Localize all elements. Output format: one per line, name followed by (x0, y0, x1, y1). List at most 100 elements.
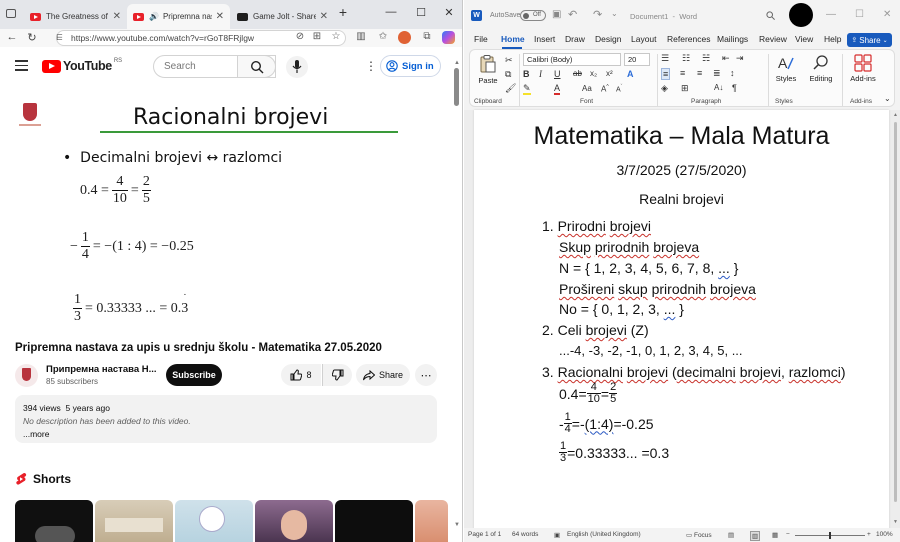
read-aloud-icon[interactable]: ⊘ (293, 31, 307, 42)
tab-draw[interactable]: Draw (565, 34, 585, 44)
tab-layout[interactable]: Layout (631, 34, 657, 44)
show-marks-icon[interactable]: ¶ (732, 83, 737, 93)
page-scrollbar[interactable]: ▲ ▼ (452, 60, 461, 542)
multilevel-list-icon[interactable]: ☵ (702, 53, 710, 64)
more-actions-button[interactable]: ⋯ (415, 364, 437, 386)
favorites-icon[interactable]: ✩ (376, 31, 390, 42)
tab-gamejolt[interactable]: Game Jolt - Share yo ✕ (231, 4, 334, 29)
search-button[interactable] (237, 55, 276, 78)
font-size-box[interactable]: 20 (624, 53, 650, 66)
short-thumbnail[interactable] (175, 500, 253, 542)
justify-icon[interactable]: ≣ (713, 68, 721, 79)
zoom-level[interactable]: 100% (876, 531, 893, 538)
underline-icon[interactable]: U (554, 69, 561, 79)
document-page[interactable]: Matematika – Mala Matura 3/7/2025 (27/5/… (474, 110, 889, 530)
search-icon[interactable] (766, 11, 775, 20)
shading-icon[interactable]: ◈ (661, 83, 668, 94)
paste-button[interactable]: Paste (474, 55, 502, 85)
short-thumbnail[interactable] (415, 500, 448, 542)
close-tab-icon[interactable]: ✕ (216, 11, 224, 22)
shrink-font-size-icon[interactable]: Aˇ (616, 84, 622, 93)
dislike-button[interactable] (322, 364, 352, 386)
bullets-icon[interactable]: ☰ (661, 53, 669, 64)
speaker-icon[interactable]: 🔊 (149, 12, 159, 21)
decrease-indent-icon[interactable]: ⇤ (722, 53, 730, 64)
document-scrollbar[interactable]: ▲ ▼ (892, 112, 899, 528)
site-info-icon[interactable]: ⋿ (56, 31, 63, 45)
print-layout-icon[interactable]: ▥ (750, 531, 761, 541)
collections-icon[interactable]: ⧉ (420, 31, 434, 42)
subscribe-button[interactable]: Subscribe (166, 364, 222, 386)
grow-font-size-icon[interactable]: A^ (601, 84, 609, 94)
line-spacing-icon[interactable]: ↕ (730, 68, 735, 78)
font-color-icon[interactable]: A (554, 84, 561, 95)
focus-button[interactable]: ▭ Focus (686, 531, 712, 539)
voice-search-button[interactable] (286, 56, 308, 78)
scrollbar-thumb[interactable] (894, 122, 897, 502)
format-painter-icon[interactable]: 🖌 (505, 83, 516, 94)
youtube-logo[interactable]: YouTube RS (42, 58, 122, 73)
page-count[interactable]: Page 1 of 1 (468, 531, 501, 538)
borders-icon[interactable]: ⊞ (681, 83, 689, 94)
new-tab-button[interactable]: + (334, 4, 352, 20)
close-tab-icon[interactable]: ✕ (113, 11, 121, 22)
close-tab-icon[interactable]: ✕ (320, 11, 328, 22)
tab-help[interactable]: Help (824, 34, 841, 44)
autosave-toggle[interactable]: Off (520, 10, 546, 21)
subscript-icon[interactable]: x₂ (590, 69, 597, 78)
zoom-out-icon[interactable]: − (786, 531, 790, 538)
video-player[interactable]: Racionalni brojevi • Decimalni brojevi ↔… (0, 87, 448, 340)
tab-view[interactable]: View (795, 34, 813, 44)
like-button[interactable]: 8 (281, 364, 321, 386)
tab-insert[interactable]: Insert (534, 34, 555, 44)
scrollbar-thumb[interactable] (454, 68, 459, 106)
maximize-button[interactable]: ☐ (855, 9, 864, 20)
show-more-link[interactable]: ...more (23, 429, 429, 439)
tab-file[interactable]: File (474, 34, 488, 44)
superscript-icon[interactable]: x² (606, 69, 613, 78)
undo-icon[interactable]: ↶ (568, 8, 577, 21)
zoom-in-icon[interactable]: + (867, 531, 871, 538)
highlight-icon[interactable]: ✎ (523, 84, 531, 95)
description-box[interactable]: 394 views 5 years ago No description has… (15, 395, 437, 443)
tab-review[interactable]: Review (759, 34, 787, 44)
tab-pripremna[interactable]: 🔊 Pripremna nasta ✕ (127, 4, 230, 29)
close-window-button[interactable]: ✕ (440, 6, 458, 19)
channel-name[interactable]: Припремна настава Н... (46, 364, 157, 375)
favorite-icon[interactable]: ☆ (329, 31, 343, 42)
profile-avatar[interactable] (398, 31, 411, 44)
read-mode-icon[interactable]: ▤ (728, 531, 734, 539)
tab-actions-icon[interactable] (6, 9, 16, 18)
redo-icon[interactable]: ↷ (593, 8, 602, 21)
short-thumbnail[interactable] (335, 500, 413, 542)
sign-in-button[interactable]: Sign in (380, 55, 441, 77)
grow-font-icon[interactable]: B (523, 69, 530, 79)
numbering-icon[interactable]: ☷ (682, 53, 690, 64)
split-screen-icon[interactable]: ▥ (354, 31, 368, 42)
copilot-icon[interactable] (442, 31, 455, 44)
styles-button[interactable]: A Styles (775, 54, 797, 83)
tab-design[interactable]: Design (595, 34, 621, 44)
increase-indent-icon[interactable]: ⇥ (736, 53, 744, 64)
refresh-icon[interactable]: ↻ (25, 31, 39, 44)
app-icon[interactable]: ⊞ (310, 31, 324, 42)
zoom-slider[interactable] (795, 532, 865, 539)
short-thumbnail[interactable] (15, 500, 93, 542)
tab-greatness[interactable]: YouTube The Greatness of Olde ✕ (24, 4, 127, 29)
short-thumbnail[interactable] (95, 500, 173, 542)
tab-references[interactable]: References (667, 34, 710, 44)
sort-icon[interactable]: A↓ (714, 83, 723, 92)
channel-avatar[interactable] (15, 364, 38, 387)
text-effects-icon[interactable]: A (627, 69, 634, 79)
save-icon[interactable]: ▣ (552, 9, 561, 20)
align-right-icon[interactable]: ≡ (697, 68, 702, 78)
zoom-slider-thumb[interactable] (829, 532, 831, 539)
editing-button[interactable]: Editing (806, 54, 836, 83)
strikethrough-icon[interactable]: ab (573, 69, 582, 78)
proofing-icon[interactable]: ▣ (554, 531, 560, 539)
short-thumbnail[interactable] (255, 500, 333, 542)
font-name-box[interactable]: Calibri (Body) (523, 53, 621, 66)
close-window-button[interactable]: ✕ (883, 9, 891, 20)
language[interactable]: English (United Kingdom) (567, 531, 641, 538)
back-icon[interactable]: ← (5, 31, 19, 43)
